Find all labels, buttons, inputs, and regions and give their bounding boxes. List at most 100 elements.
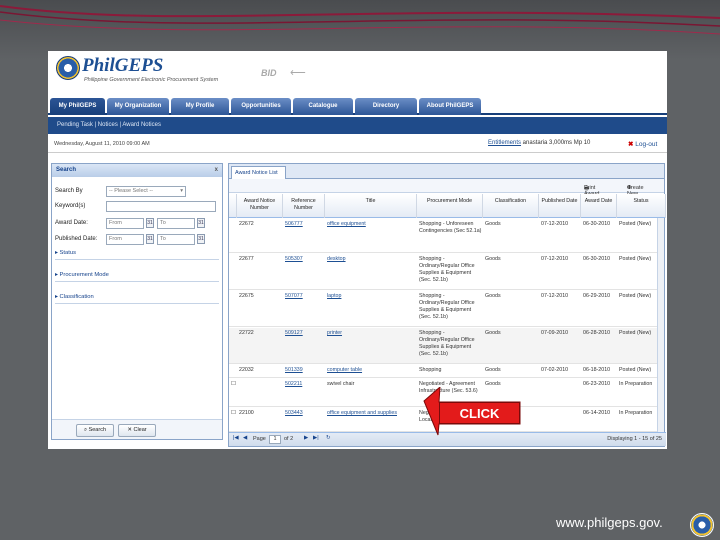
column-award-date[interactable]: Award Date	[581, 194, 617, 218]
table-row[interactable]: 22677 505307 desktop Shopping - Ordinary…	[229, 254, 659, 290]
philgeps-logo[interactable]: PhilGEPS	[82, 55, 163, 77]
tab-opportunities[interactable]: Opportunities	[231, 98, 291, 115]
classification-label: Classification	[59, 294, 94, 300]
logout-icon: ✖	[628, 141, 634, 148]
table-row[interactable]: 22032 501339 computer table Shopping Goo…	[229, 365, 659, 378]
column-procurement-mode[interactable]: Procurement Mode	[417, 194, 483, 218]
status-cell: Posted (New)	[619, 256, 652, 262]
table-row[interactable]: 22672 506777 office equipment Shopping -…	[229, 219, 659, 253]
table-row[interactable]: 22722 509127 printer Shopping - Ordinary…	[229, 328, 659, 364]
row-checkbox[interactable]: ☐	[231, 410, 237, 417]
title-link[interactable]: printer	[327, 330, 415, 337]
tab-about-philgeps[interactable]: About PhilGEPS	[419, 98, 481, 115]
close-icon[interactable]: x	[215, 164, 218, 177]
footer-website: www.philgeps.gov.	[556, 515, 663, 530]
checkbox-column-header[interactable]	[229, 194, 237, 218]
last-page-icon[interactable]: ▶|	[313, 435, 319, 441]
reference-link[interactable]: 502211	[285, 381, 325, 388]
sub-navigation[interactable]: Pending Task | Notices | Award Notices	[48, 117, 667, 134]
title-link[interactable]: laptop	[327, 293, 415, 300]
award-date-from[interactable]: From	[106, 218, 144, 229]
tab-my-profile[interactable]: My Profile	[171, 98, 229, 115]
calendar-icon[interactable]: 31	[197, 234, 205, 244]
award-date-cell: 06-23-2010	[583, 381, 611, 387]
calendar-icon[interactable]: 31	[197, 218, 205, 228]
column-status[interactable]: Status	[617, 194, 666, 218]
title-cell: swivel chair	[327, 381, 355, 387]
search-panel: Search x Search By -- Please Select -- ▾ …	[51, 163, 223, 440]
mode-cell: Shopping - Ordinary/Regular Office Suppl…	[419, 256, 475, 283]
prev-page-icon[interactable]: ◀	[243, 435, 247, 441]
title-link[interactable]: office equipment and supplies	[327, 410, 415, 417]
tab-my-organization[interactable]: My Organization	[107, 98, 169, 115]
title-link[interactable]: computer table	[327, 367, 415, 374]
published-date-cell: 07-12-2010	[541, 256, 569, 262]
tab-catalogue[interactable]: Catalogue	[293, 98, 353, 115]
status-bar: Wednesday, August 11, 2010 09:00 AM Enti…	[48, 135, 667, 153]
grid-tab-bar: Award Notice List	[229, 164, 664, 179]
search-panel-buttons: ⌕ Search ✕ Clear	[52, 419, 222, 439]
calendar-icon[interactable]: 31	[146, 218, 154, 228]
award-date-cell: 06-14-2010	[583, 410, 611, 416]
entitlements-link[interactable]: Entitlements	[488, 140, 521, 146]
title-link[interactable]: desktop	[327, 256, 415, 263]
column-reference-number[interactable]: Reference Number	[283, 194, 325, 218]
published-date-label: Published Date:	[55, 236, 98, 242]
footer-seal-icon	[690, 513, 714, 537]
mode-cell: Shopping	[419, 367, 442, 373]
calendar-icon[interactable]: 31	[146, 234, 154, 244]
search-button[interactable]: ⌕ Search	[76, 424, 114, 437]
grid-toolbar: 🖶 Print Award ✚ Create New	[229, 179, 664, 197]
published-date-cell: 07-12-2010	[541, 221, 569, 227]
title-link[interactable]: office equipment	[327, 221, 415, 228]
column-award-notice-number[interactable]: Award Notice Number	[237, 194, 283, 218]
logout-label: Log-out	[635, 141, 658, 148]
refresh-icon[interactable]: ↻	[326, 435, 331, 441]
mode-cell: Shopping - Unforeseen Contingencies (Sec…	[419, 221, 482, 234]
reference-link[interactable]: 509127	[285, 330, 325, 337]
search-by-label: Search By	[55, 188, 83, 194]
reference-link[interactable]: 501339	[285, 367, 325, 374]
page-number-input[interactable]: 1	[269, 435, 281, 444]
published-date-cell: 07-12-2010	[541, 293, 569, 299]
column-title[interactable]: Title	[325, 194, 417, 218]
award-number-cell: 22675	[239, 293, 254, 299]
published-date-to[interactable]: To	[157, 234, 195, 245]
reference-link[interactable]: 503443	[285, 410, 325, 417]
tab-directory[interactable]: Directory	[355, 98, 417, 115]
row-checkbox[interactable]: ☐	[231, 381, 237, 388]
award-number-cell: 22032	[239, 367, 254, 373]
column-classification[interactable]: Classification	[483, 194, 539, 218]
search-button-label: Search	[88, 427, 107, 433]
tab-my-philgeps[interactable]: My PhilGEPS	[50, 98, 105, 115]
display-count: Displaying 1 - 15 of 25	[607, 436, 662, 442]
status-section[interactable]: ▸ Status	[55, 250, 219, 260]
reference-link[interactable]: 507077	[285, 293, 325, 300]
status-cell: In Preparation	[619, 410, 653, 416]
vertical-scrollbar[interactable]	[657, 218, 664, 432]
clear-button-label: Clear	[133, 427, 147, 433]
first-page-icon[interactable]: |◀	[233, 435, 239, 441]
clear-button[interactable]: ✕ Clear	[118, 424, 156, 437]
published-date-from[interactable]: From	[106, 234, 144, 245]
award-date-to[interactable]: To	[157, 218, 195, 229]
award-number-cell: 22722	[239, 330, 254, 336]
search-by-select[interactable]: -- Please Select -- ▾	[106, 186, 186, 197]
award-date-cell: 06-18-2010	[583, 367, 611, 373]
logout-link[interactable]: ✖ Log-out	[628, 140, 657, 148]
user-details: anastaria 3,000ms Mp 10	[521, 140, 591, 146]
reference-link[interactable]: 505307	[285, 256, 325, 263]
classification-cell: Goods	[485, 256, 501, 262]
reference-link[interactable]: 506777	[285, 221, 325, 228]
keywords-input[interactable]	[106, 201, 216, 212]
procurement-mode-section[interactable]: ▸ Procurement Mode	[55, 272, 219, 282]
table-row[interactable]: 22675 507077 laptop Shopping - Ordinary/…	[229, 291, 659, 327]
classification-cell: Goods	[485, 367, 501, 373]
tab-award-notice-list[interactable]: Award Notice List	[231, 166, 286, 179]
classification-section[interactable]: ▸ Classification	[55, 294, 219, 304]
column-published-date[interactable]: Published Date	[539, 194, 581, 218]
next-page-icon[interactable]: ▶	[304, 435, 308, 441]
search-panel-title: Search	[56, 167, 77, 173]
click-callout: CLICK	[439, 402, 520, 424]
bid-label: BID	[261, 68, 277, 78]
